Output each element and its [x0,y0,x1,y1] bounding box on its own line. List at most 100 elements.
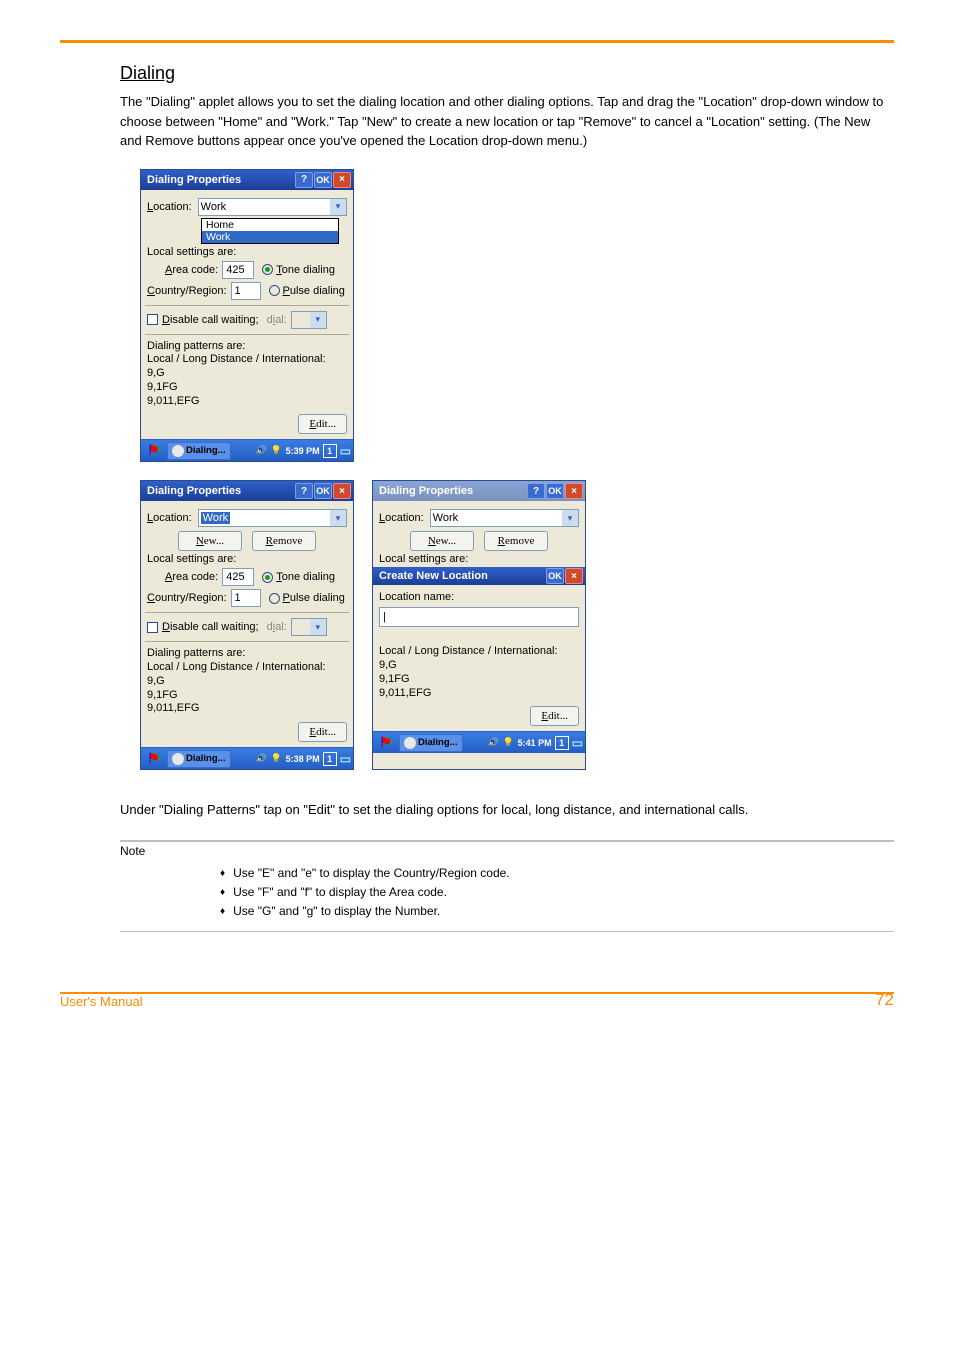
pulse-radio[interactable]: Pulse dialing [269,285,345,297]
local-settings-label: Local settings are: [379,553,579,565]
input-indicator[interactable]: 1 [323,444,337,458]
show-desktop-icon[interactable]: ▭ [572,736,583,750]
area-code-input[interactable]: 425 [222,261,254,279]
close-button[interactable]: × [565,483,583,499]
help-button[interactable]: ? [527,483,545,499]
disable-cw-checkbox[interactable] [147,314,158,325]
new-button[interactable]: New... [178,531,242,551]
edit-button[interactable]: Edit... [298,414,347,434]
dial-label: dial: [267,314,287,326]
taskbar-app[interactable]: Dialing... [399,734,463,752]
edit-button[interactable]: Edit... [530,706,579,726]
note-item: Use "F" and "f" to display the Area code… [220,883,894,902]
pattern-intl: 9,011,EFG [147,395,347,409]
windows-flag-icon [148,750,161,767]
dropdown-item-work[interactable]: Work [202,231,338,243]
chevron-down-icon[interactable]: ▾ [330,199,346,215]
chevron-down-icon[interactable]: ▾ [562,510,578,526]
taskbar-app[interactable]: Dialing... [167,442,231,460]
show-desktop-icon[interactable]: ▭ [340,752,351,766]
page-number: 72 [875,990,894,1010]
disable-cw-checkbox[interactable] [147,622,158,633]
area-code-label: Area code: [165,571,218,583]
separator [145,641,349,642]
location-name-input[interactable]: | [379,607,579,627]
location-value: Work [201,512,230,524]
volume-icon[interactable]: 🔊 [256,753,268,765]
window-title: Dialing Properties [147,174,294,186]
disable-cw-label: Disable call waiting; [162,621,259,633]
patterns-sub: Local / Long Distance / International: [379,645,579,659]
ok-button[interactable]: OK [314,483,332,499]
help-button[interactable]: ? [295,172,313,188]
location-label: Location: [147,512,192,524]
start-button[interactable] [143,442,165,460]
input-indicator[interactable]: 1 [555,736,569,750]
dialing-window-dropdown-open: Dialing Properties ? OK × Location: Work… [140,169,354,463]
note-label: Note [120,844,894,858]
tone-radio[interactable]: Tone dialing [262,264,335,276]
tone-radio[interactable]: Tone dialing [262,571,335,583]
intro-paragraph: The "Dialing" applet allows you to set t… [120,92,884,151]
ok-button[interactable]: OK [314,172,332,188]
area-code-input[interactable]: 425 [222,568,254,586]
chevron-down-icon: ▾ [310,619,326,635]
country-label: Country/Region: [147,592,227,604]
separator [145,305,349,306]
ok-button[interactable]: OK [546,568,564,584]
taskbar-app[interactable]: Dialing... [167,750,231,768]
location-combo[interactable]: Work ▾ [198,509,347,527]
volume-icon[interactable]: 🔊 [256,445,268,457]
ok-button[interactable]: OK [546,483,564,499]
location-combo[interactable]: Work ▾ [430,509,579,527]
section-title-link[interactable]: Dialing [120,63,175,84]
location-combo[interactable]: Work ▾ [198,198,347,216]
location-label: Location: [379,512,424,524]
volume-icon[interactable]: 🔊 [488,737,500,749]
close-button[interactable]: × [565,568,583,584]
titlebar: Dialing Properties ? OK × [141,481,353,501]
dialing-window-new-remove: Dialing Properties ? OK × Location: Work… [140,480,354,770]
network-icon[interactable]: 💡 [271,753,283,765]
remove-button[interactable]: Remove [484,531,548,551]
country-input[interactable]: 1 [231,282,261,300]
close-button[interactable]: × [333,172,351,188]
note-rule-top [120,840,894,842]
start-button[interactable] [375,734,397,752]
separator [145,612,349,613]
local-settings-label: Local settings are: [147,553,347,565]
new-button[interactable]: New... [410,531,474,551]
remove-button[interactable]: Remove [252,531,316,551]
pattern-ld: 9,1FG [379,673,579,687]
note-list: Use "E" and "e" to display the Country/R… [220,864,894,922]
taskbar: Dialing... 🔊 💡 5:41 PM 1 ▭ [373,731,585,753]
show-desktop-icon[interactable]: ▭ [340,444,351,458]
windows-flag-icon [148,442,161,459]
close-button[interactable]: × [333,483,351,499]
location-value: Work [433,512,458,524]
pattern-intl: 9,011,EFG [147,702,347,716]
chevron-down-icon[interactable]: ▾ [330,510,346,526]
help-button[interactable]: ? [295,483,313,499]
location-label: Location: [147,201,192,213]
network-icon[interactable]: 💡 [271,445,283,457]
dial-patterns-paragraph: Under "Dialing Patterns" tap on "Edit" t… [120,800,884,820]
start-button[interactable] [143,750,165,768]
country-input[interactable]: 1 [231,589,261,607]
dialing-window-create-location: Dialing Properties ? OK × Location: Work… [372,480,586,770]
pulse-radio[interactable]: Pulse dialing [269,592,345,604]
create-location-title: Create New Location [379,570,545,582]
taskbar: Dialing... 🔊 💡 5:38 PM 1 ▭ [141,747,353,769]
input-indicator[interactable]: 1 [323,752,337,766]
pattern-intl: 9,011,EFG [379,687,579,701]
network-icon[interactable]: 💡 [503,737,515,749]
patterns-header: Dialing patterns are: [147,340,347,354]
separator [145,334,349,335]
country-label: Country/Region: [147,285,227,297]
edit-button[interactable]: Edit... [298,722,347,742]
app-icon [404,737,416,749]
clock: 5:39 PM [286,446,320,456]
app-icon [172,445,184,457]
dropdown-item-home[interactable]: Home [202,219,338,231]
note-item: Use "G" and "g" to display the Number. [220,902,894,921]
